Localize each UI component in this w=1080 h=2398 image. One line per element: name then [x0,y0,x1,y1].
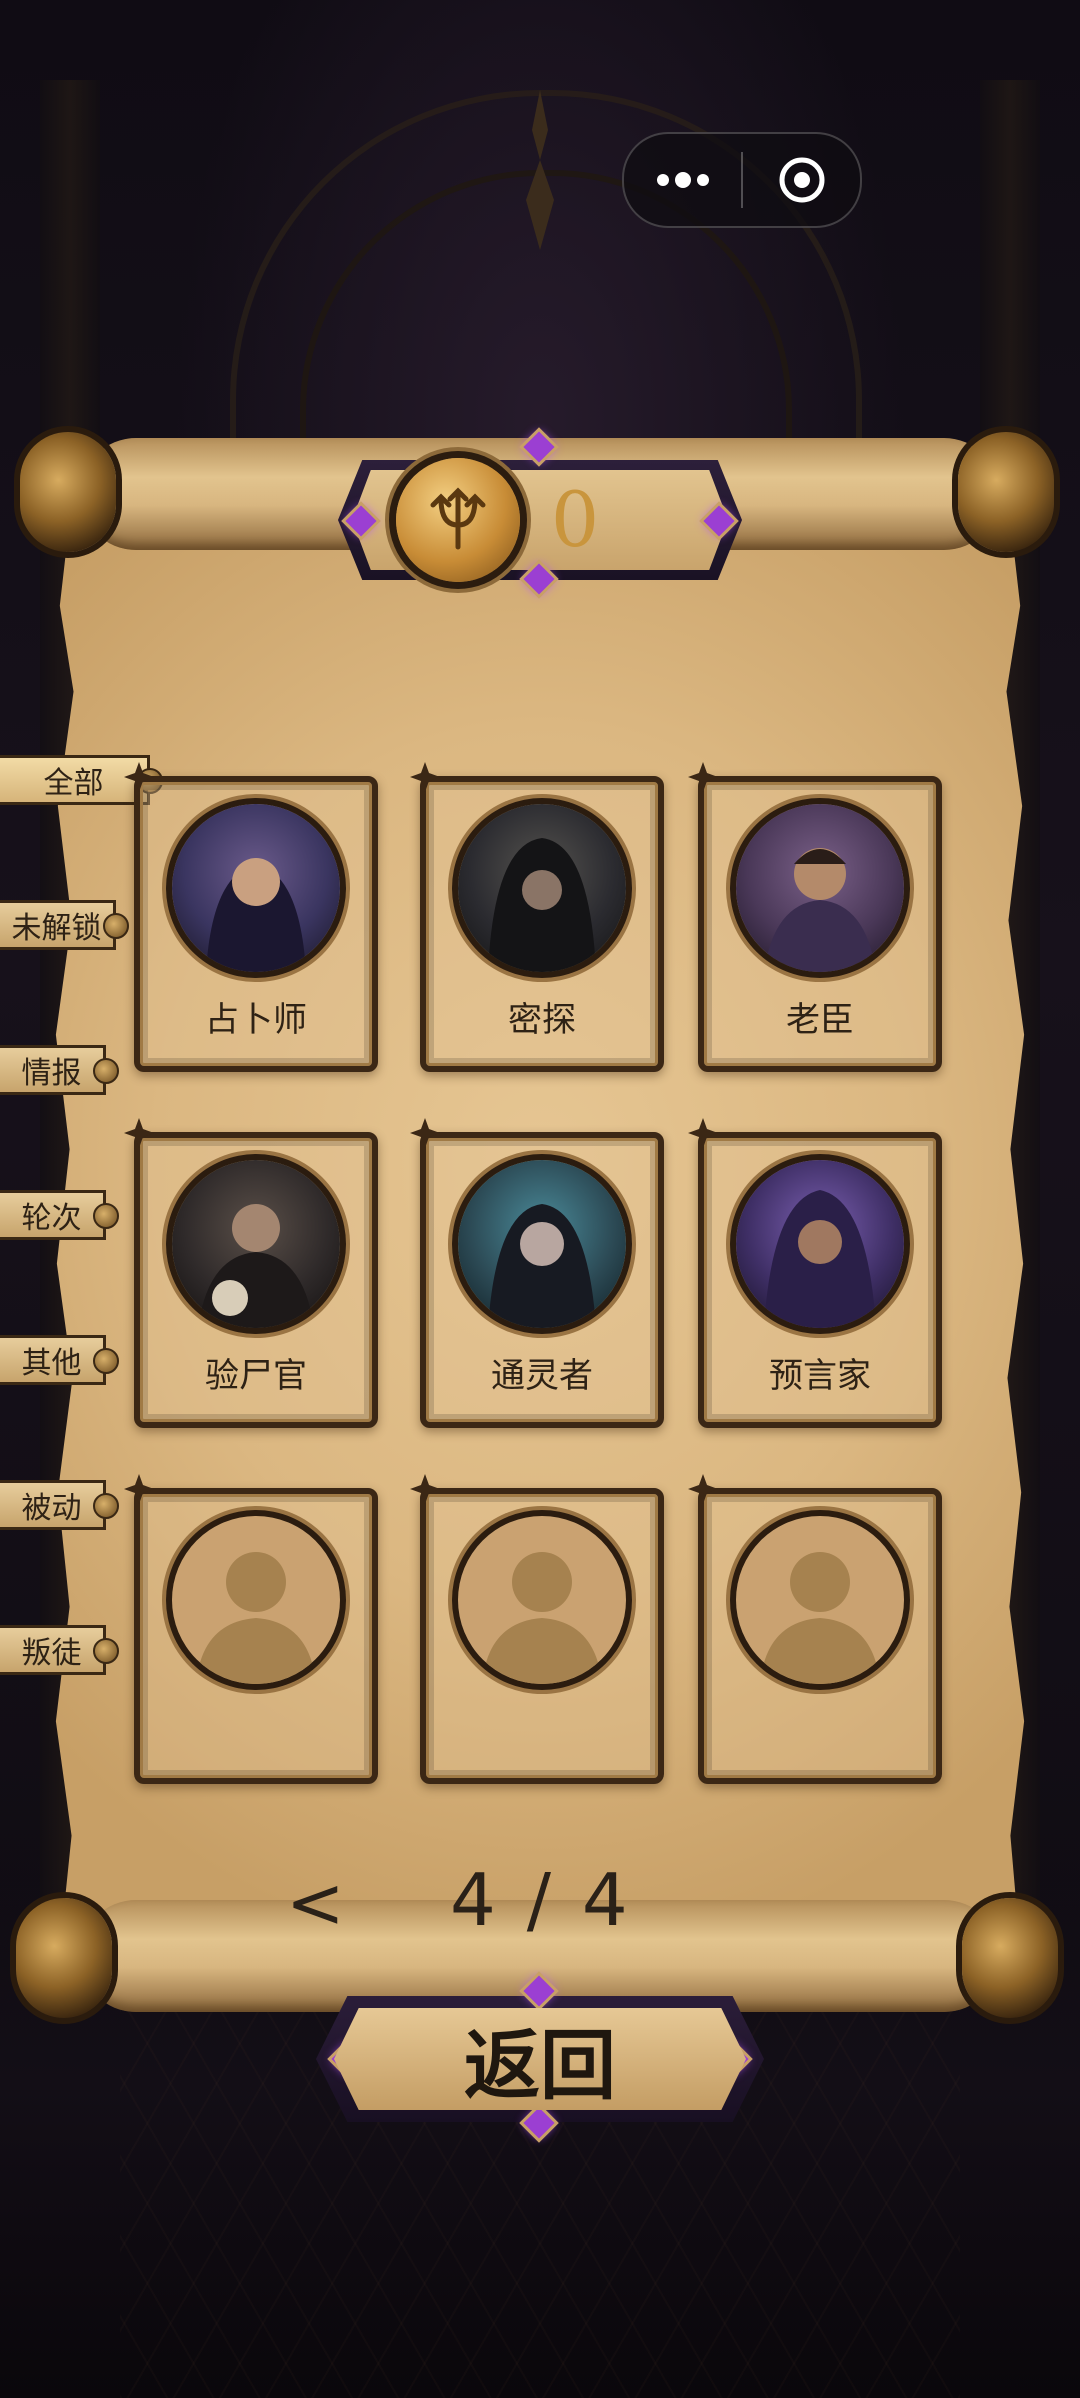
corner-ornament-icon [410,762,440,792]
character-portrait [736,1160,904,1328]
character-card[interactable]: 预言家 [688,1118,942,1428]
prev-page-button[interactable]: < [286,1862,345,1944]
corner-ornament-icon [688,762,718,792]
silhouette-avatar-icon [172,1516,340,1684]
bottom-right-finial [962,1898,1058,2018]
character-name: 密探 [508,1000,576,1040]
corner-ornament-icon [124,1118,154,1148]
corner-ornament-icon [124,1474,154,1504]
tab-locked[interactable]: 未解锁 [0,900,129,950]
character-card[interactable]: 老臣 [688,762,942,1072]
top-left-finial [20,432,116,552]
character-card[interactable]: 通灵者 [410,1118,664,1428]
trident-coin-icon [396,458,520,582]
tab-label: 轮次 [21,1201,82,1236]
character-card[interactable]: 验尸官 [124,1118,378,1428]
corner-ornament-icon [688,1118,718,1148]
character-portrait [172,1160,340,1328]
top-right-finial [958,432,1054,552]
tab-label: 叛徒 [21,1636,82,1671]
back-button[interactable]: 返回 [334,2008,746,2110]
more-button[interactable] [624,134,741,226]
character-name: 通灵者 [491,1356,593,1396]
character-portrait [458,804,626,972]
tab-label: 情报 [21,1056,82,1091]
more-dots-icon [656,172,709,188]
tab-traitor[interactable]: 叛徒 [0,1625,119,1675]
corner-ornament-icon [410,1474,440,1504]
character-card[interactable]: 占卜师 [124,762,378,1072]
bottom-left-finial [16,1898,112,2018]
close-button[interactable] [743,134,860,226]
silhouette-avatar-icon [458,1516,626,1684]
character-name: 验尸官 [205,1356,307,1396]
character-portrait [172,804,340,972]
miniprogram-capsule [622,132,862,228]
locked-character-card[interactable] [410,1474,664,1784]
arch-ornament-icon [526,90,554,250]
character-card[interactable]: 密探 [410,762,664,1072]
tab-label: 被动 [21,1491,82,1526]
tab-label: 全部 [43,766,104,801]
character-name: 预言家 [769,1356,871,1396]
tab-intel[interactable]: 情报 [0,1045,119,1095]
locked-character-card[interactable] [124,1474,378,1784]
locked-character-card[interactable] [688,1474,942,1784]
character-name: 占卜师 [205,1000,307,1040]
silhouette-avatar-icon [736,1516,904,1684]
character-portrait [458,1160,626,1328]
coin-count: 0 [550,475,600,564]
target-circle-icon [779,157,824,203]
tab-label: 未解锁 [11,911,102,946]
corner-ornament-icon [124,762,154,792]
corner-ornament-icon [688,1474,718,1504]
tab-label: 其他 [21,1346,82,1381]
corner-ornament-icon [410,1118,440,1148]
tab-passive[interactable]: 被动 [0,1480,119,1530]
tab-other[interactable]: 其他 [0,1335,119,1385]
tab-rounds[interactable]: 轮次 [0,1190,119,1240]
character-name: 老臣 [786,1000,854,1040]
character-portrait [736,804,904,972]
page-indicator: 4 / 4 [450,1858,632,1942]
